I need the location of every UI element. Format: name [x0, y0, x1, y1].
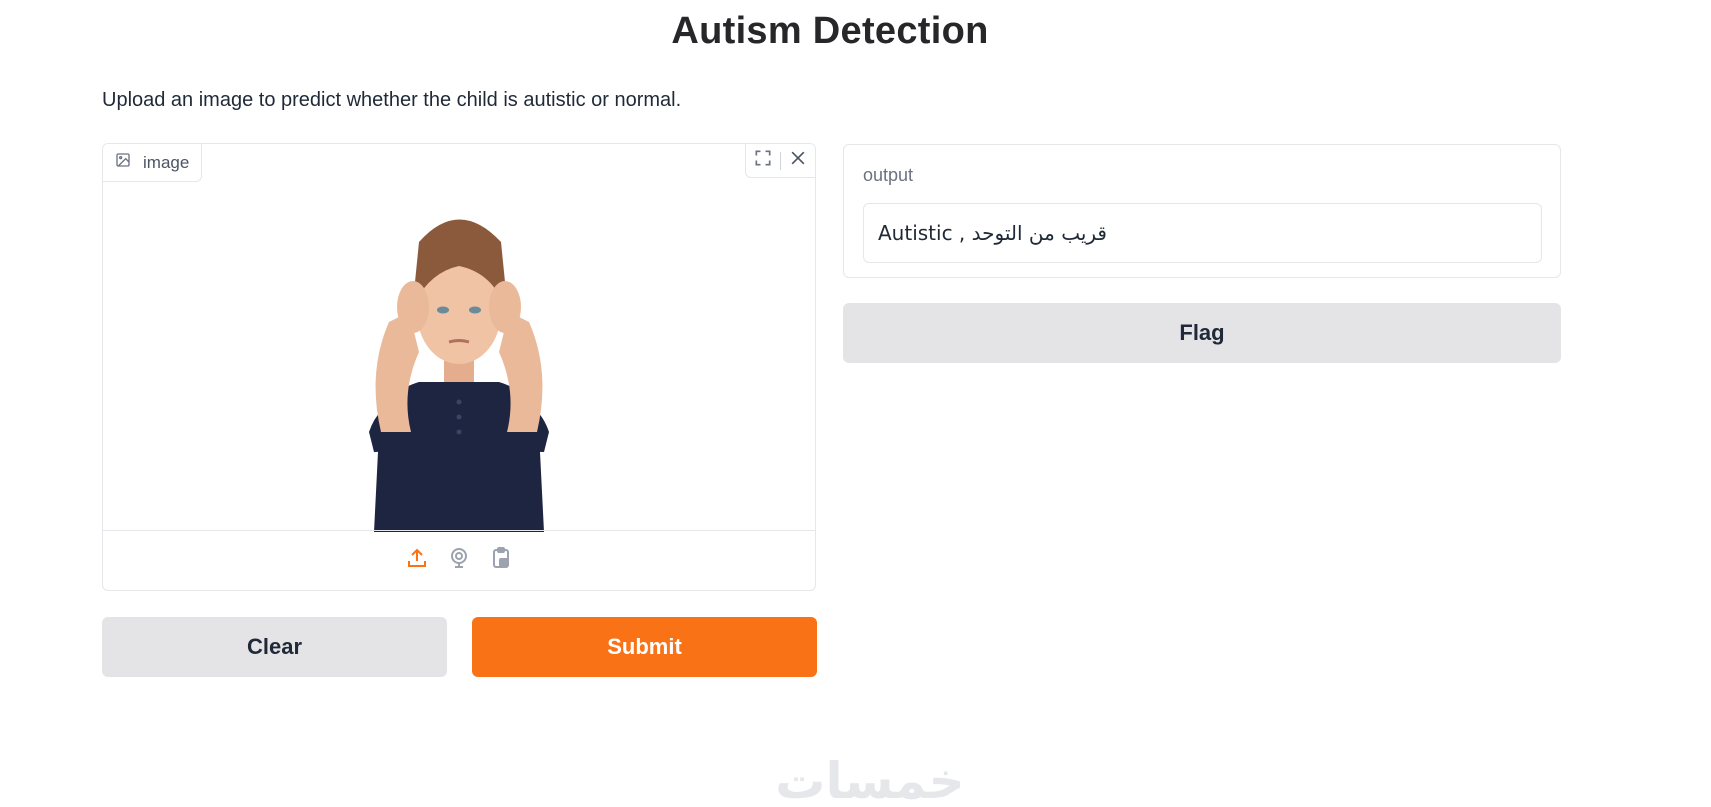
upload-button[interactable]: [404, 548, 430, 574]
page-title: Autism Detection: [671, 10, 989, 52]
clipboard-button[interactable]: [488, 546, 514, 575]
fullscreen-button[interactable]: [746, 144, 780, 178]
output-panel: output Autistic , قريب من التوحد: [843, 144, 1561, 278]
webcam-button[interactable]: [446, 548, 472, 574]
submit-button[interactable]: Submit: [472, 617, 817, 677]
child-photo: [369, 219, 549, 532]
close-icon: [788, 148, 808, 173]
image-block-label: image: [103, 144, 203, 182]
webcam-icon: [447, 546, 471, 575]
image-source-bar: [103, 530, 815, 590]
clear-image-button[interactable]: [781, 144, 815, 178]
uploaded-image: [103, 182, 815, 532]
image-icon: [115, 152, 131, 173]
app-page: Autism Detection Upload an image to pred…: [0, 0, 1711, 807]
page-description: Upload an image to predict whether the c…: [102, 89, 682, 111]
watermark-logo: خمسات: [775, 752, 965, 807]
upload-icon: [405, 546, 429, 575]
output-textbox[interactable]: Autistic , قريب من التوحد: [863, 203, 1542, 263]
output-label: output: [863, 165, 914, 185]
clear-button[interactable]: Clear: [102, 617, 447, 677]
flag-button[interactable]: Flag: [843, 303, 1561, 363]
image-input-panel[interactable]: image: [102, 143, 816, 591]
clipboard-icon: [489, 546, 513, 575]
fullscreen-icon: [753, 148, 773, 173]
image-label-text: image: [143, 152, 190, 172]
image-panel-controls: [745, 144, 815, 178]
